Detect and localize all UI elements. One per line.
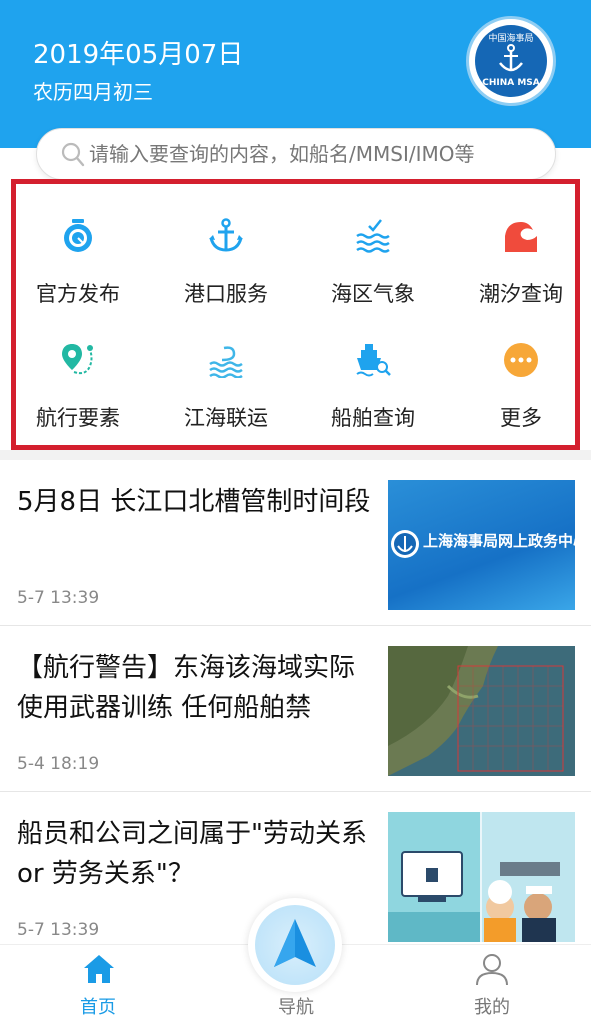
navigation-pin-icon	[62, 344, 93, 375]
news-title: 【航行警告】东海该海域实际使用武器训练 任何船舶禁	[17, 653, 356, 723]
menu-ship-query[interactable]: 船舶查询	[303, 330, 443, 440]
satellite-map-image	[388, 646, 564, 776]
river-sea-icon	[209, 346, 243, 378]
news-title: 船员和公司之间属于"劳动关系 or 劳务关系"？	[17, 819, 367, 889]
menu-label: 航行要素	[36, 406, 120, 430]
menu-sea-weather[interactable]: 海区气象	[303, 206, 443, 316]
navigation-arrow-icon	[274, 919, 316, 967]
header: 2019年05月07日 农历四月初三 中国海事局 CHINA MSA	[0, 0, 591, 148]
anchor-icon	[209, 218, 243, 252]
sea-weather-icon	[356, 219, 390, 253]
tab-label: 首页	[80, 997, 116, 1018]
navigation-button[interactable]	[248, 898, 342, 992]
tab-label: 导航	[278, 997, 314, 1018]
official-release-icon	[64, 219, 92, 252]
tab-label: 我的	[474, 997, 510, 1018]
user-icon	[476, 954, 508, 986]
news-time: 5-4 18:19	[17, 754, 100, 774]
news-item[interactable]: 【航行警告】东海该海域实际使用武器训练 任何船舶禁 5-4 18:19	[0, 626, 591, 792]
menu-label: 江海联运	[184, 406, 268, 430]
ship-search-icon	[356, 344, 391, 377]
logo-anchor-icon	[499, 44, 523, 72]
menu-label: 船舶查询	[331, 406, 415, 430]
menu-label: 港口服务	[184, 282, 268, 306]
menu-tide-query[interactable]: 潮汐查询	[451, 206, 591, 316]
menu-river-sea-transport[interactable]: 江海联运	[156, 330, 296, 440]
more-icon	[504, 343, 538, 377]
msa-logo: 中国海事局 CHINA MSA	[466, 16, 556, 106]
menu-label: 更多	[500, 406, 542, 430]
tab-mine[interactable]: 我的	[422, 945, 562, 1024]
search-bar[interactable]	[36, 128, 556, 180]
news-thumbnail-illustration	[388, 812, 575, 942]
menu-label: 海区气象	[331, 282, 415, 306]
search-icon	[61, 142, 85, 167]
menu-more[interactable]: 更多	[451, 330, 591, 440]
navigation-button-inner	[255, 905, 335, 985]
news-title: 5月8日 长江口北槽管制时间段	[17, 487, 371, 517]
menu-port-service[interactable]: 港口服务	[156, 206, 296, 316]
menu-label: 官方发布	[36, 282, 120, 306]
date-text: 2019年05月07日	[33, 40, 244, 70]
thumb-caption: 上海海事局网上政务中心	[423, 532, 575, 550]
menu-label: 潮汐查询	[479, 282, 563, 306]
function-grid: 官方发布 港口服务 海区气象 潮汐查询 航行要素 江海联运 船舶查询 更多	[11, 179, 580, 450]
logo-emblem: 中国海事局 CHINA MSA	[475, 25, 547, 97]
section-divider	[0, 450, 591, 460]
crew-illustration-image	[388, 812, 575, 942]
search-input[interactable]	[89, 137, 549, 171]
news-thumbnail-map	[388, 646, 575, 776]
tide-icon	[505, 222, 537, 252]
menu-official-release[interactable]: 官方发布	[8, 206, 148, 316]
news-item[interactable]: 5月8日 长江口北槽管制时间段 5-7 13:39 上海海事局网上政务中心	[0, 460, 591, 626]
menu-navigation-elements[interactable]: 航行要素	[8, 330, 148, 440]
news-time: 5-7 13:39	[17, 588, 100, 608]
news-thumbnail: 上海海事局网上政务中心	[388, 480, 575, 610]
lunar-date-text: 农历四月初三	[33, 80, 153, 104]
home-icon	[84, 955, 114, 983]
news-time: 5-7 13:39	[17, 920, 100, 940]
tab-home[interactable]: 首页	[28, 945, 168, 1024]
logo-bottom-text: CHINA MSA	[482, 78, 540, 88]
